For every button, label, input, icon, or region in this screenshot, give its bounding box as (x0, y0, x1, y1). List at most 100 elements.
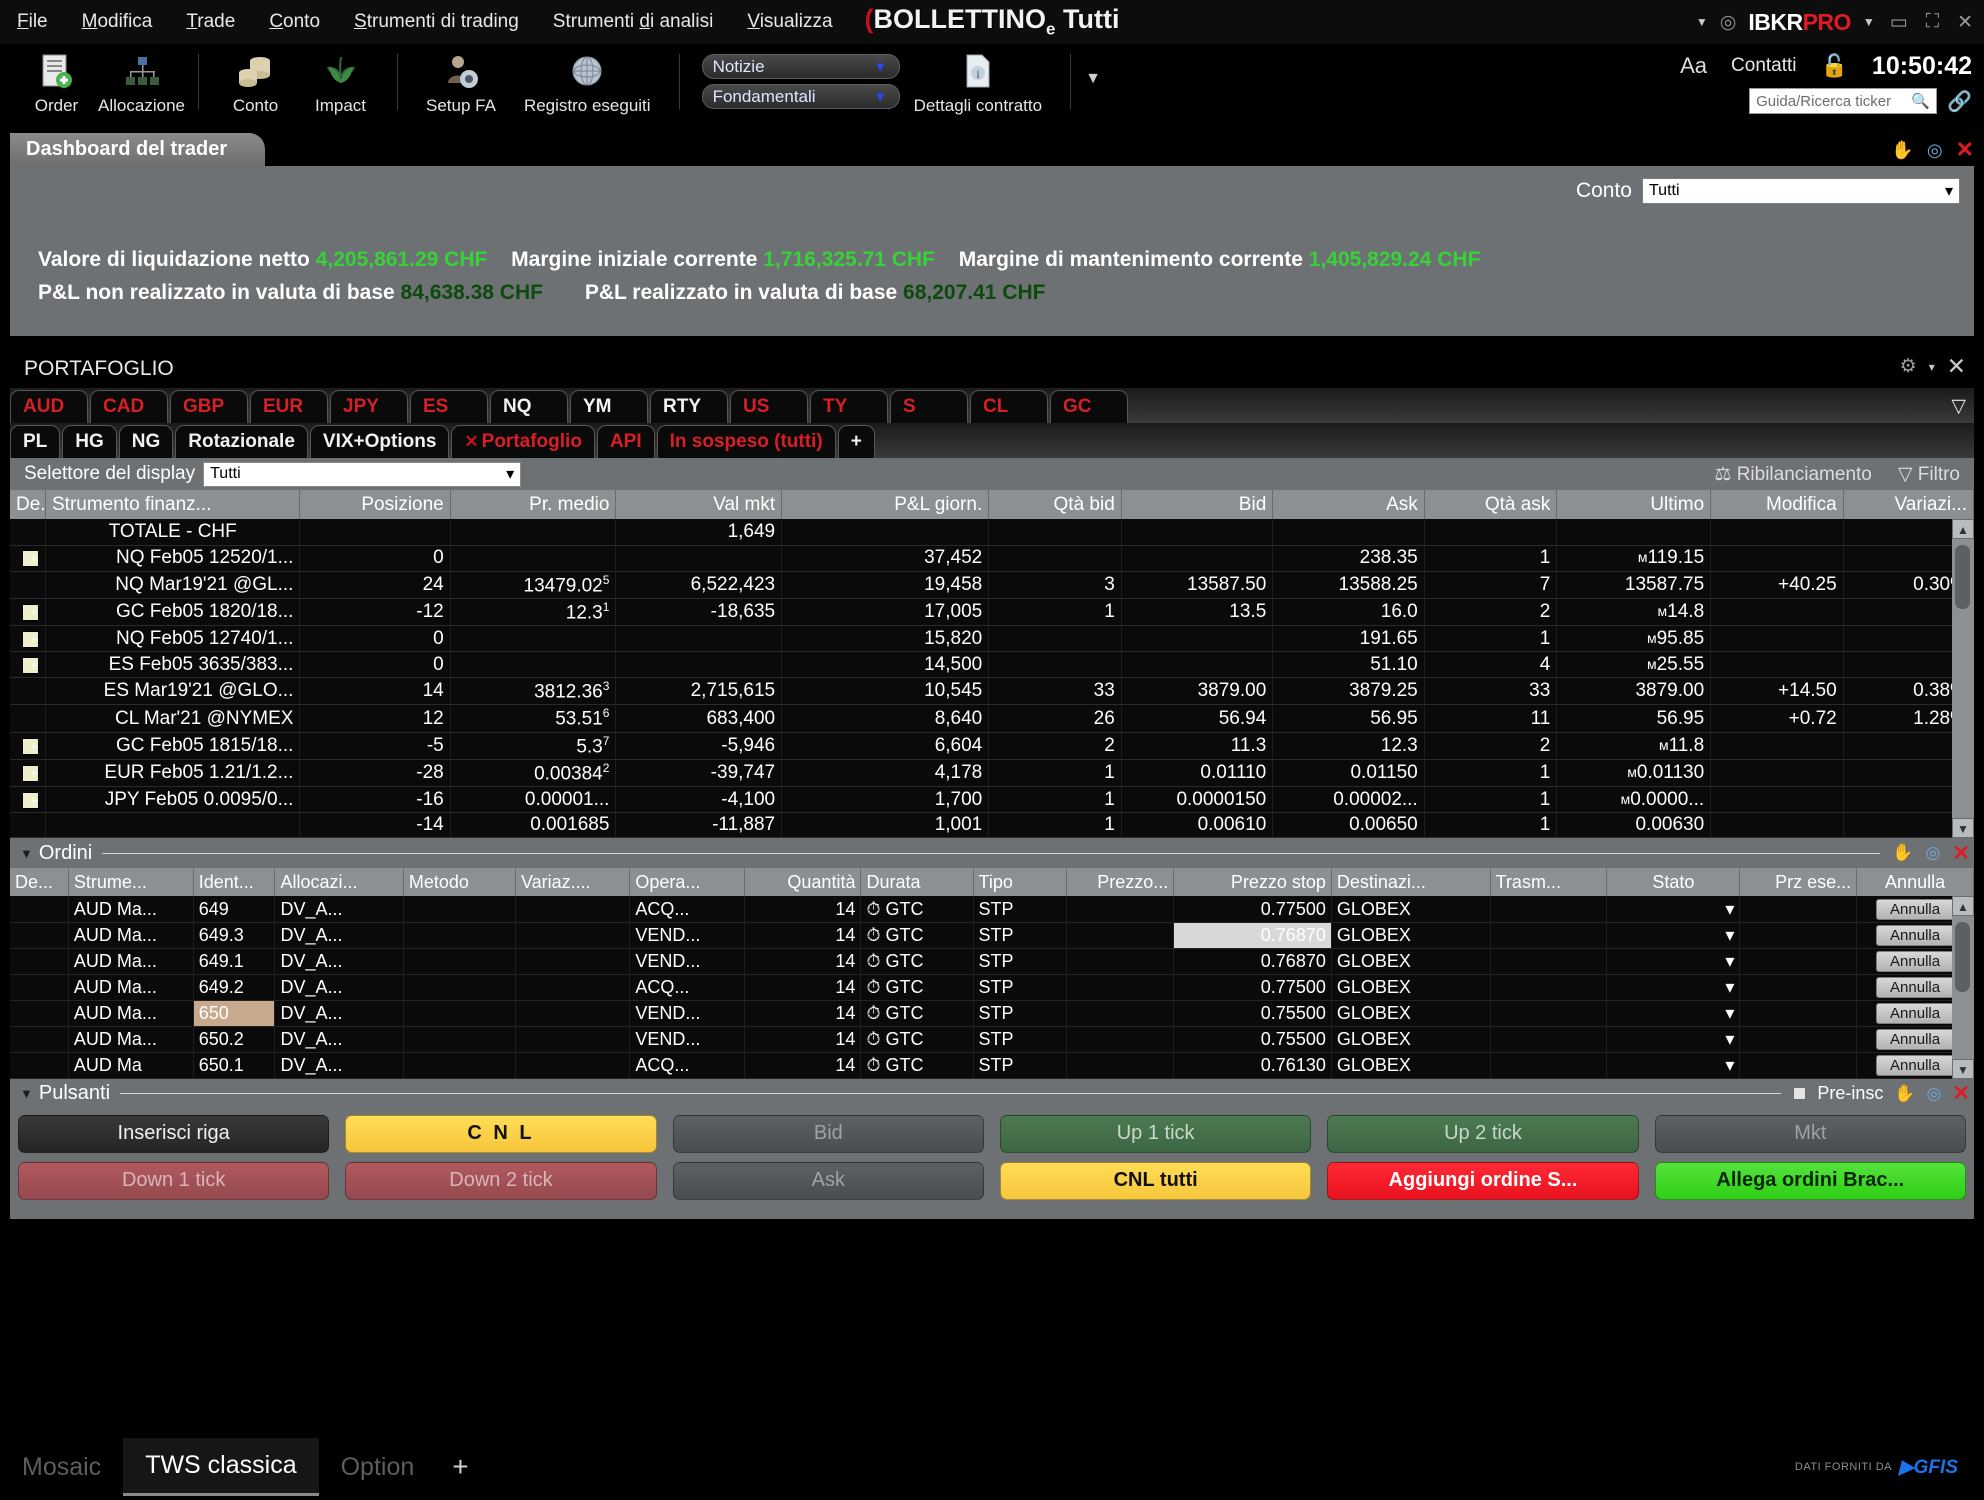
account-selector[interactable]: Tutti ▾ (1642, 178, 1960, 204)
portfolio-column-header[interactable]: Bid (1121, 490, 1274, 519)
ticker-search-input[interactable]: Guida/Ricerca ticker 🔍 (1749, 88, 1938, 114)
font-size-icon[interactable]: Aa (1680, 53, 1707, 79)
expand-icon[interactable]: + (22, 656, 39, 674)
expand-icon[interactable]: + (22, 550, 39, 567)
trade-button-aggiungi-ordine-s[interactable]: Aggiungi ordine S... (1327, 1161, 1639, 1200)
orders-column-header[interactable]: Stato (1606, 868, 1741, 897)
table-row[interactable]: + EUR Feb05 1.21/1.2... -28 0.003842 -39,747… (10, 759, 1975, 788)
portfolio-column-header[interactable]: Ultimo (1556, 490, 1712, 519)
cancel-order-button[interactable]: Annulla (1876, 899, 1955, 921)
portfolio-tab-api[interactable]: API (596, 425, 655, 458)
table-row[interactable]: + GC Feb05 1815/18... -5 5.37 -5,946 6,604 2 11… (10, 732, 1975, 761)
toolbar-overflow-icon[interactable]: ▼ (1085, 44, 1101, 88)
bottom-tab-mosaic[interactable]: Mosaic (0, 1438, 123, 1496)
portfolio-column-header[interactable]: Posizione (299, 490, 451, 519)
table-row[interactable]: AUD Ma... 650.2 DV_A... VEND... 14 ⏱ GTC STP 0.… (10, 1026, 1974, 1053)
close-icon[interactable]: ✕ (1952, 1081, 1970, 1106)
cancel-order-button[interactable]: Annulla (1876, 925, 1955, 947)
portfolio-tab-aud[interactable]: AUD (10, 390, 88, 423)
expand-icon[interactable]: + (22, 630, 39, 648)
portfolio-tab-rty[interactable]: RTY (650, 390, 728, 423)
expand-icon[interactable]: + (22, 791, 39, 809)
portfolio-tab-gc[interactable]: GC (1050, 390, 1128, 423)
lock-icon[interactable]: 🔓 (1821, 53, 1848, 79)
toolbar-button-conto[interactable]: Conto (213, 44, 298, 116)
portfolio-column-header[interactable]: De... (10, 490, 46, 519)
scroll-up-icon[interactable]: ▲ (1952, 896, 1974, 917)
close-icon[interactable]: ✕ (1956, 137, 1974, 163)
portfolio-column-header[interactable]: Qtà bid (988, 490, 1122, 519)
expand-icon[interactable]: + (22, 603, 39, 621)
toolbar-button-registro-eseguiti[interactable]: Registro eseguiti (510, 44, 665, 116)
portfolio-tab-portafoglio[interactable]: ✕ Portafoglio (451, 425, 595, 458)
portfolio-column-header[interactable]: Variazi... (1843, 490, 1975, 519)
toolbar-button-impact[interactable]: Impact (298, 44, 383, 116)
toolbar-button-dettagli-contratto[interactable]: i Dettagli contratto (900, 44, 1057, 116)
dropdown-notizie[interactable]: Notizie ▼ (701, 54, 900, 79)
expand-icon[interactable]: + (22, 765, 39, 783)
expand-icon[interactable]: + (22, 737, 39, 755)
portfolio-tab-rotazionale[interactable]: Rotazionale (175, 425, 308, 458)
orders-column-header[interactable]: Allocazi... (274, 868, 404, 897)
portfolio-tab-jpy[interactable]: JPY (330, 390, 408, 423)
menu-item-visualizza[interactable]: Visualizza (730, 11, 849, 33)
orders-column-header[interactable]: Variaz.... (515, 868, 631, 897)
title-dropdown-icon[interactable]: ▼ (1696, 15, 1708, 29)
help-icon[interactable]: ◎ (1926, 843, 1941, 863)
toolbar-button-setup-fa[interactable]: Setup FA (412, 44, 510, 116)
portfolio-tab-ty[interactable]: TY (810, 390, 888, 423)
portfolio-tab-ng[interactable]: NG (118, 425, 174, 458)
toolbar-button-allocazione[interactable]: Allocazione (98, 44, 185, 116)
collapse-icon[interactable]: ▼ (20, 1086, 33, 1101)
portfolio-tab-us[interactable]: US (730, 390, 808, 423)
table-row[interactable]: + NQ Feb05 12740/1... 0 15,820 191.65 1 м95.85 (10, 625, 1975, 653)
gear-icon[interactable]: ⚙ (1900, 355, 1917, 378)
table-row[interactable]: AUD Ma... 649 DV_A... ACQ... 14 ⏱ GTC STP 0.775… (10, 896, 1974, 923)
portfolio-vertical-scrollbar[interactable]: ▲ ▼ (1952, 519, 1974, 839)
maximize-button[interactable]: ⛶ (1923, 11, 1942, 33)
orders-column-header[interactable]: Quantità (744, 868, 862, 897)
menu-item-conto[interactable]: Conto (252, 11, 337, 33)
close-button[interactable]: ✕ (1954, 11, 1976, 34)
help-icon[interactable]: ◎ (1927, 140, 1943, 161)
portfolio-tab-cl[interactable]: CL (970, 390, 1048, 423)
table-row[interactable]: + GC Feb05 1820/18... -12 12.31 -18,635 17,00… (10, 598, 1975, 627)
cancel-order-button[interactable]: Annulla (1876, 977, 1955, 999)
filter-button[interactable]: ▽ Filtro (1898, 463, 1960, 486)
portfolio-tab-gbp[interactable]: GBP (170, 390, 248, 423)
portfolio-tab-hg[interactable]: HG (62, 425, 117, 458)
cancel-order-button[interactable]: Annulla (1876, 1055, 1955, 1077)
orders-column-header[interactable]: Trasm... (1490, 868, 1608, 897)
portfolio-tab-vix-options[interactable]: VIX+Options (309, 425, 450, 458)
table-row[interactable]: AUD Ma... 650 DV_A... VEND... 14 ⏱ GTC STP 0.75… (10, 1000, 1974, 1027)
display-selector[interactable]: Tutti ▾ (203, 461, 522, 487)
trade-button-down-1-tick[interactable]: Down 1 tick (18, 1161, 330, 1200)
table-row[interactable]: + ES Feb05 3635/383... 0 14,500 51.10 4 м25.55 (10, 651, 1975, 679)
table-row-clipped[interactable]: -14 0.001685 -11,887 1,001 1 0.00610 0.00650 1 0… (10, 812, 1975, 839)
trade-button-inserisci-riga[interactable]: Inserisci riga (18, 1114, 330, 1153)
help-icon[interactable]: ◎ (1927, 1084, 1942, 1104)
orders-column-header[interactable]: Durata (860, 868, 974, 897)
trade-button-mkt[interactable]: Mkt (1654, 1114, 1966, 1153)
table-row[interactable]: + JPY Feb05 0.0095/0... -16 0.00001... -4,10… (10, 786, 1975, 814)
portfolio-tab--[interactable]: + (837, 425, 875, 458)
portfolio-tab-pl[interactable]: PL (10, 425, 61, 458)
orders-column-header[interactable]: Prz ese... (1739, 868, 1858, 897)
table-row[interactable]: AUD Ma... 649.3 DV_A... VEND... 14 ⏱ GTC STP 0.… (10, 922, 1974, 949)
orders-column-header[interactable]: Metodo (403, 868, 516, 897)
trade-button-up-2-tick[interactable]: Up 2 tick (1327, 1114, 1639, 1153)
orders-column-header[interactable]: Annulla (1856, 868, 1974, 897)
table-row[interactable]: AUD Ma... 649.2 DV_A... ACQ... 14 ⏱ GTC STP 0.7… (10, 974, 1974, 1001)
trade-button-bid[interactable]: Bid (672, 1114, 984, 1153)
rebalance-button[interactable]: ⚖ Ribilanciamento (1714, 463, 1872, 486)
portfolio-column-header[interactable]: Qtà ask (1424, 490, 1558, 519)
table-row[interactable]: CL Mar'21 @NYMEX 12 53.516 683,400 8,640 26 56… (10, 704, 1975, 733)
portfolio-column-header[interactable]: Ask (1272, 490, 1425, 519)
toolbar-button-order[interactable]: Order (14, 44, 99, 116)
trade-button-down-2-tick[interactable]: Down 2 tick (345, 1161, 657, 1200)
portfolio-tab-ym[interactable]: YM (570, 390, 648, 423)
portfolio-tab-nq[interactable]: NQ (490, 390, 568, 423)
preinsert-checkbox[interactable] (1793, 1087, 1807, 1101)
cancel-order-button[interactable]: Annulla (1876, 1003, 1955, 1025)
menu-item-strumenti-analisi[interactable]: Strumenti di analisi (536, 11, 731, 33)
